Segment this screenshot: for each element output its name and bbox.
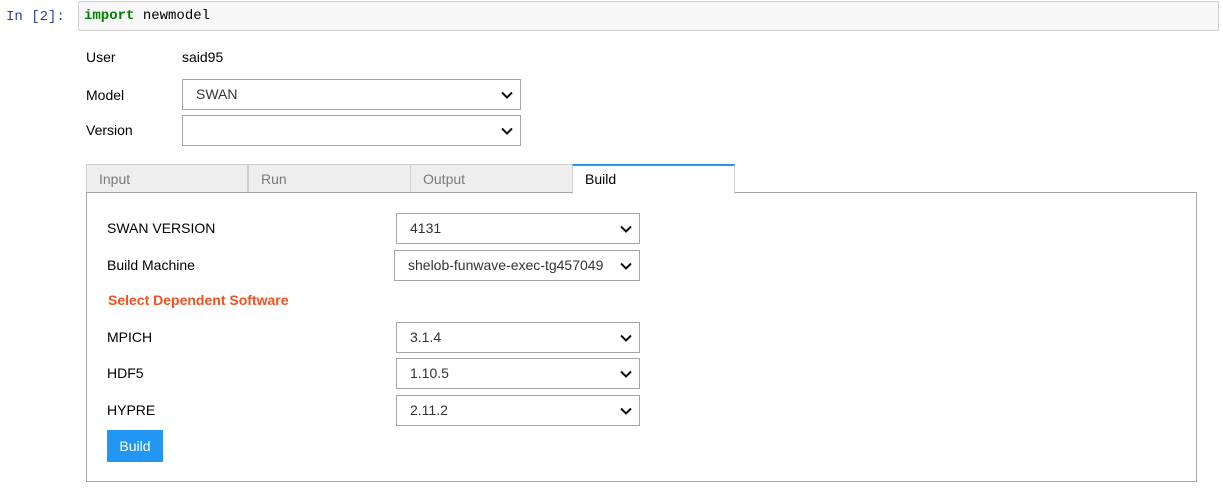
mpich-value: 3.1.4 bbox=[410, 329, 442, 345]
mpich-select[interactable]: 3.1.4 bbox=[396, 322, 640, 353]
model-select-value: SWAN bbox=[196, 86, 238, 102]
chevron-down-icon bbox=[501, 91, 513, 99]
chevron-down-icon bbox=[620, 370, 632, 378]
version-select[interactable] bbox=[182, 115, 521, 146]
chevron-down-icon bbox=[620, 225, 632, 233]
hdf5-label: HDF5 bbox=[107, 365, 144, 381]
hdf5-value: 1.10.5 bbox=[410, 365, 449, 381]
chevron-down-icon bbox=[619, 259, 633, 273]
chevron-down-icon bbox=[501, 127, 513, 135]
tab-run[interactable]: Run bbox=[248, 164, 411, 193]
swan-version-select[interactable]: 4131 bbox=[396, 213, 640, 244]
model-select[interactable]: SWAN bbox=[182, 79, 521, 110]
hypre-select[interactable]: 2.11.2 bbox=[396, 395, 640, 426]
swan-version-label: SWAN VERSION bbox=[107, 220, 216, 236]
user-label: User bbox=[86, 49, 116, 65]
user-value: said95 bbox=[182, 49, 224, 65]
build-machine-value: shelob-funwave-exec-tg457049 bbox=[408, 257, 604, 273]
build-machine-label: Build Machine bbox=[107, 257, 195, 273]
hdf5-select[interactable]: 1.10.5 bbox=[396, 358, 640, 389]
dependent-software-heading: Select Dependent Software bbox=[108, 292, 289, 308]
build-machine-select[interactable]: shelob-funwave-exec-tg457049 bbox=[394, 250, 640, 281]
hypre-label: HYPRE bbox=[107, 402, 156, 418]
tab-output[interactable]: Output bbox=[410, 164, 573, 193]
swan-version-value: 4131 bbox=[410, 220, 442, 236]
build-button[interactable]: Build bbox=[107, 430, 163, 462]
build-panel bbox=[86, 192, 1197, 482]
code-text: newmodel bbox=[134, 8, 211, 24]
model-label: Model bbox=[86, 87, 125, 103]
code-keyword: import bbox=[84, 8, 135, 24]
tab-input[interactable]: Input bbox=[86, 164, 248, 193]
mpich-label: MPICH bbox=[107, 329, 153, 345]
chevron-down-icon bbox=[620, 407, 632, 415]
cell-prompt: In [2]: bbox=[6, 9, 65, 25]
tab-build[interactable]: Build bbox=[572, 164, 735, 194]
code-cell-input[interactable]: import newmodel bbox=[78, 1, 1219, 31]
chevron-down-icon bbox=[620, 334, 632, 342]
version-label: Version bbox=[86, 122, 133, 138]
hypre-value: 2.11.2 bbox=[410, 402, 448, 418]
